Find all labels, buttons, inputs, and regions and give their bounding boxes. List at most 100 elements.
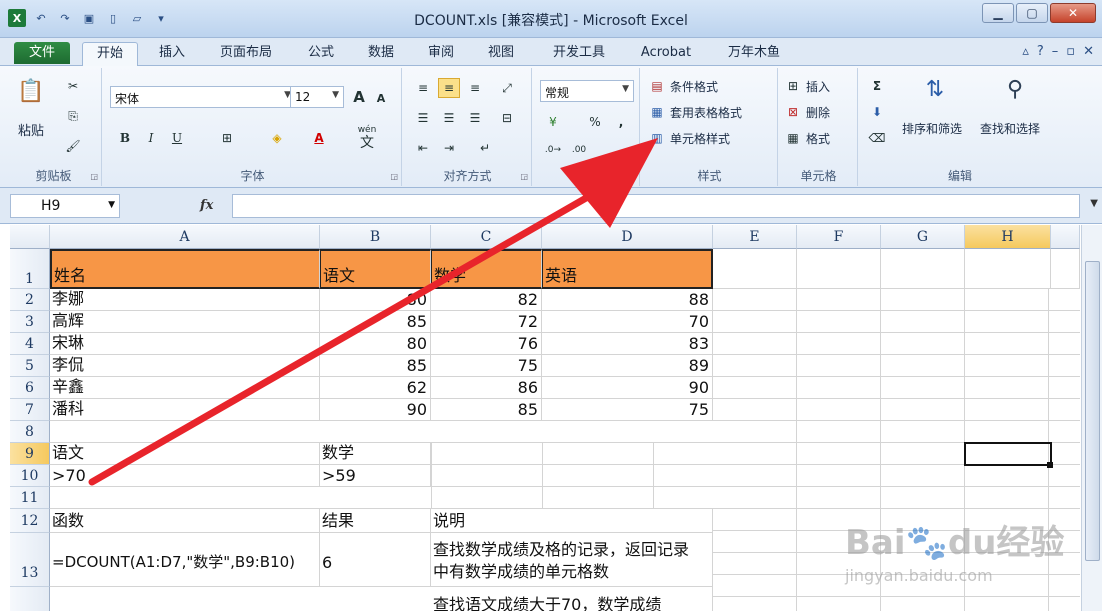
cell-b2[interactable]: 80	[320, 289, 431, 311]
cell-b4[interactable]: 80	[320, 333, 431, 355]
row-header[interactable]: 11	[10, 487, 50, 509]
cell-c6[interactable]: 86	[431, 377, 542, 399]
decrease-indent-icon[interactable]: ⇤	[412, 138, 434, 158]
cell-e1[interactable]	[713, 249, 797, 289]
active-cell-h9[interactable]	[964, 442, 1052, 466]
shrink-font-button[interactable]: A	[370, 88, 392, 108]
cell-a3[interactable]: 高辉	[50, 311, 320, 333]
column-header-e[interactable]: E	[713, 225, 797, 249]
column-header-a[interactable]: A	[50, 225, 320, 249]
tab-view[interactable]: 视图	[478, 42, 524, 64]
cell-b13[interactable]: 6	[320, 533, 431, 587]
paste-icon[interactable]: 📋	[16, 76, 46, 106]
cell-a13[interactable]: =DCOUNT(A1:D7,"数学",B9:B10)	[50, 533, 320, 587]
doc-restore-icon[interactable]: ▫	[1066, 44, 1075, 59]
increase-decimal-icon[interactable]: .0→	[542, 140, 564, 160]
row-header[interactable]: 5	[10, 355, 50, 377]
row-header[interactable]: 13	[10, 533, 50, 587]
select-all-corner[interactable]	[10, 225, 50, 249]
cell-c1[interactable]: 数学	[431, 249, 542, 289]
font-size-combo[interactable]: 12 ▼	[290, 86, 344, 108]
cell-d5[interactable]: 89	[542, 355, 713, 377]
maximize-button[interactable]: ▢	[1016, 3, 1048, 23]
tab-insert[interactable]: 插入	[148, 42, 196, 64]
cell-d3[interactable]: 70	[542, 311, 713, 333]
tab-page-layout[interactable]: 页面布局	[208, 42, 284, 64]
sort-filter-button[interactable]: 排序和筛选	[902, 120, 962, 137]
doc-minimize-icon[interactable]: –	[1052, 44, 1059, 59]
underline-button[interactable]: U	[166, 128, 188, 148]
autosum-button[interactable]: Σ	[866, 76, 888, 96]
cell-d6[interactable]: 90	[542, 377, 713, 399]
wrap-text-icon[interactable]: ↵	[474, 138, 496, 158]
align-center-icon[interactable]: ☰	[438, 108, 460, 128]
grow-font-button[interactable]: A	[348, 87, 370, 107]
cell-a12[interactable]: 函数	[50, 509, 320, 533]
tab-file[interactable]: 文件	[14, 42, 70, 64]
expand-formula-bar-icon[interactable]: ▼	[1090, 198, 1098, 209]
cell-styles-button[interactable]: 单元格样式	[670, 130, 730, 147]
cell-b7[interactable]: 90	[320, 399, 431, 421]
cell-a7[interactable]: 潘科	[50, 399, 320, 421]
align-bottom-icon[interactable]: ≡	[464, 78, 486, 98]
orientation-icon[interactable]: ⤢	[496, 78, 518, 98]
cell-c12[interactable]: 说明	[431, 509, 713, 533]
collapse-ribbon-icon[interactable]: ▵	[1022, 44, 1029, 59]
cell-d4[interactable]: 83	[542, 333, 713, 355]
bold-button[interactable]: B	[114, 128, 136, 148]
format-cells-button[interactable]: 格式	[806, 130, 830, 147]
scrollbar-thumb[interactable]	[1085, 261, 1100, 561]
merge-center-icon[interactable]: ⊟	[496, 108, 518, 128]
cell-c7[interactable]: 85	[431, 399, 542, 421]
row-header[interactable]: 10	[10, 465, 50, 487]
cell-b3[interactable]: 85	[320, 311, 431, 333]
font-launcher-icon[interactable]: ◲	[390, 172, 398, 181]
cell-g1[interactable]	[881, 249, 965, 289]
doc-close-icon[interactable]: ✕	[1083, 44, 1094, 59]
tab-data[interactable]: 数据	[358, 42, 404, 64]
cell-b9[interactable]: 数学	[320, 443, 431, 465]
cell-f1[interactable]	[797, 249, 881, 289]
tab-formulas[interactable]: 公式	[298, 42, 344, 64]
formula-input[interactable]	[232, 194, 1080, 218]
align-middle-icon[interactable]: ≡	[438, 78, 460, 98]
tab-home[interactable]: 开始	[82, 42, 138, 67]
currency-icon[interactable]: ¥	[542, 112, 564, 132]
tab-developer[interactable]: 开发工具	[540, 42, 618, 64]
delete-cells-button[interactable]: 删除	[806, 104, 830, 121]
cell-d7[interactable]: 75	[542, 399, 713, 421]
clipboard-launcher-icon[interactable]: ◲	[90, 172, 98, 181]
format-as-table-button[interactable]: 套用表格格式	[670, 104, 742, 121]
italic-button[interactable]: I	[140, 128, 162, 148]
font-name-combo[interactable]: 宋体 ▼	[110, 86, 296, 108]
row-header[interactable]: 8	[10, 421, 50, 443]
cell-c4[interactable]: 76	[431, 333, 542, 355]
row-header[interactable]: 12	[10, 509, 50, 533]
decrease-decimal-icon[interactable]: .00	[568, 140, 590, 160]
column-header-h[interactable]: H	[965, 225, 1051, 249]
align-top-icon[interactable]: ≡	[412, 78, 434, 98]
cell-c14[interactable]: 查找语文成绩大于70，数学成绩	[431, 587, 713, 611]
insert-function-button[interactable]: fx	[200, 198, 213, 213]
fill-handle[interactable]	[1047, 462, 1053, 468]
cut-icon[interactable]: ✂	[62, 76, 84, 96]
row-header[interactable]: 6	[10, 377, 50, 399]
cell-i1[interactable]	[1051, 249, 1080, 289]
percent-button[interactable]: %	[584, 112, 606, 132]
column-header-d[interactable]: D	[542, 225, 713, 249]
cell-b1[interactable]: 语文	[320, 249, 431, 289]
cell-a10[interactable]: >70	[50, 465, 320, 487]
tab-review[interactable]: 审阅	[418, 42, 464, 64]
alignment-launcher-icon[interactable]: ◲	[520, 172, 528, 181]
font-color-button[interactable]: A	[308, 128, 330, 148]
cell-a4[interactable]: 宋琳	[50, 333, 320, 355]
number-format-combo[interactable]: 常规 ▼	[540, 80, 634, 102]
row-header-selected[interactable]: 9	[10, 443, 50, 465]
insert-cells-button[interactable]: 插入	[806, 78, 830, 95]
cell-h1[interactable]	[965, 249, 1051, 289]
align-right-icon[interactable]: ☰	[464, 108, 486, 128]
row-header[interactable]: 3	[10, 311, 50, 333]
copy-icon[interactable]: ⎘	[62, 106, 84, 126]
cell-b6[interactable]: 62	[320, 377, 431, 399]
format-painter-icon[interactable]: 🖌	[62, 136, 84, 156]
